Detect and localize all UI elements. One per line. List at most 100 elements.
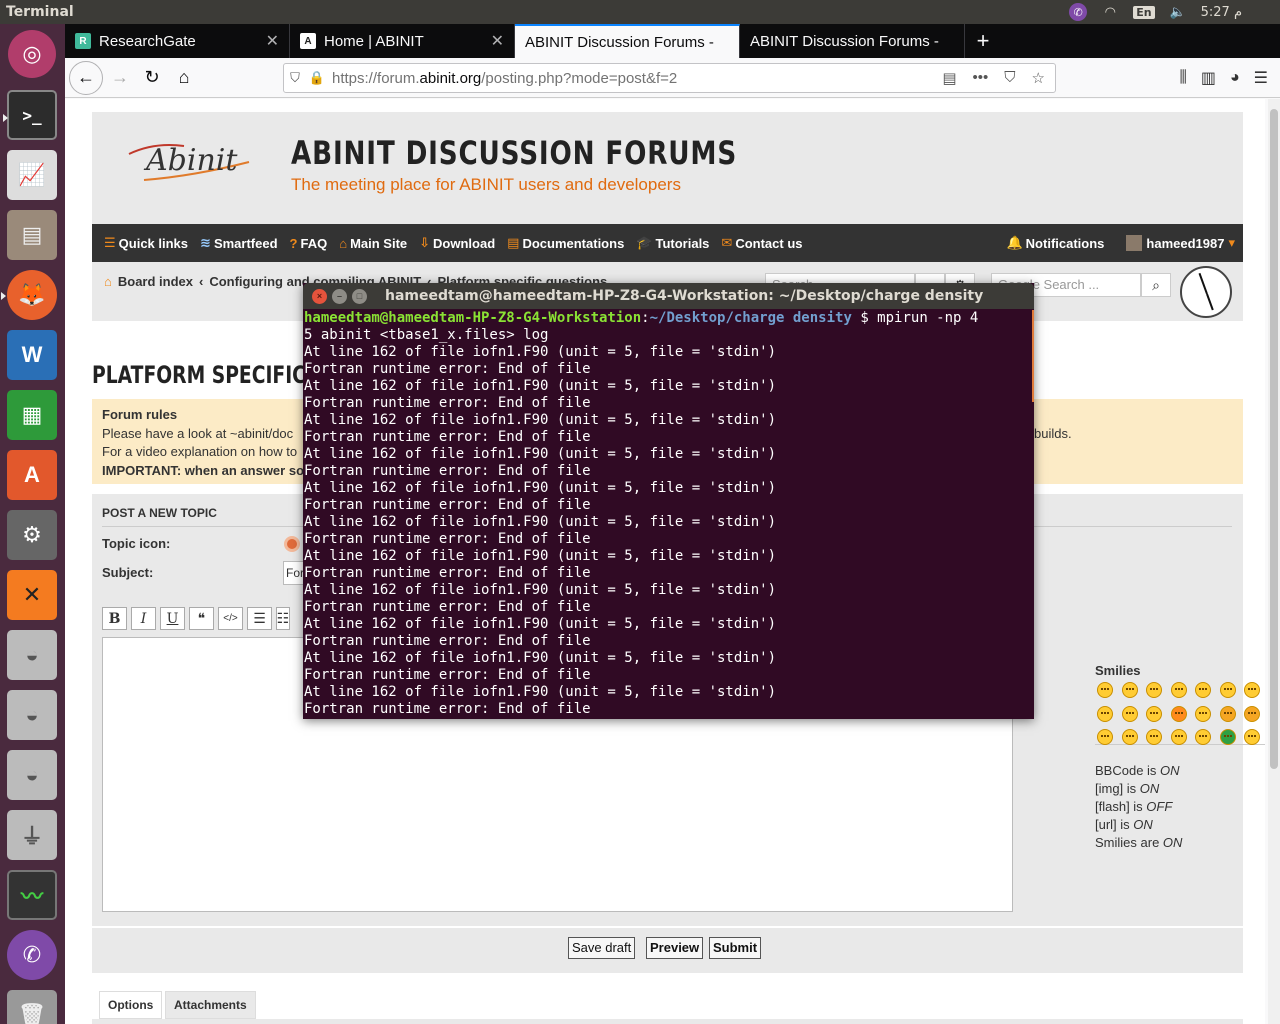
menu-icon[interactable]: ☰ [1254, 68, 1268, 88]
smiley-icon[interactable] [1170, 682, 1187, 698]
tab-researchgate[interactable]: R ResearchGate ✕ [65, 24, 290, 58]
nav-main-site[interactable]: ⌂ Main Site [339, 236, 407, 251]
nav-tutorials[interactable]: 🎓 Tutorials [636, 235, 709, 251]
smiley-icon[interactable] [1146, 705, 1162, 722]
user-menu[interactable]: hameed1987 ▾ [1126, 235, 1235, 251]
libreoffice-writer-icon[interactable]: W [7, 330, 57, 380]
settings-icon[interactable]: ⚙ [7, 510, 57, 560]
library-icon[interactable]: ⫼ [1179, 69, 1186, 87]
trash-icon[interactable]: 🗑 [7, 990, 57, 1024]
smiley-icon[interactable] [1195, 729, 1211, 745]
smiley-icon[interactable] [1146, 729, 1162, 745]
drive-icon[interactable]: ◒ [7, 750, 57, 800]
tab-abinit-home[interactable]: A Home | ABINIT ✕ [290, 24, 515, 58]
terminal-output[interactable]: hameedtam@hameedtam-HP-Z8-G4-Workstation… [304, 310, 1030, 719]
software-center-icon[interactable]: A [7, 450, 57, 500]
nav-faq[interactable]: ? FAQ [290, 236, 328, 251]
tab-close-icon[interactable]: ✕ [266, 31, 279, 51]
smiley-icon[interactable] [1146, 682, 1162, 698]
forward-button[interactable]: → [105, 63, 135, 93]
bookmark-star-icon[interactable]: ☆ [1032, 69, 1045, 87]
reload-button[interactable]: ↻ [137, 63, 167, 93]
scrollbar-thumb[interactable] [1270, 109, 1278, 769]
minimize-icon[interactable]: – [332, 288, 347, 304]
tab-close-icon[interactable]: ✕ [491, 31, 504, 51]
wifi-icon[interactable]: ◠ [1101, 4, 1119, 20]
files-icon[interactable]: ▤ [7, 210, 57, 260]
keyboard-language[interactable]: En [1133, 5, 1155, 19]
smiley-icon[interactable] [1244, 705, 1260, 722]
smiley-icon[interactable] [1097, 729, 1113, 745]
tab-abinit-forums[interactable]: ABINIT Discussion Forums - [740, 24, 965, 58]
viber-icon[interactable]: ✆ [7, 930, 57, 980]
smiley-icon[interactable] [1244, 729, 1260, 745]
libreoffice-calc-icon[interactable]: ▦ [7, 390, 57, 440]
terminal-scrollbar[interactable] [1032, 310, 1034, 402]
google-search-button[interactable]: ⌕ [1141, 273, 1171, 297]
underline-button[interactable]: U [160, 607, 185, 630]
terminal-window[interactable]: × – □ hameedtam@hameedtam-HP-Z8-G4-Works… [303, 283, 1034, 719]
smiley-icon[interactable] [1195, 682, 1211, 698]
close-icon[interactable]: × [312, 288, 327, 304]
lock-icon[interactable]: 🔒 [306, 70, 328, 86]
home-button[interactable]: ⌂ [169, 63, 199, 93]
ubuntu-dash-icon[interactable]: ◎ [8, 30, 56, 78]
url-text[interactable]: https://forum.abinit.org/posting.php?mod… [328, 70, 942, 87]
new-tab-button[interactable]: + [965, 24, 1001, 58]
submit-button[interactable]: Submit [709, 937, 762, 959]
smiley-icon[interactable] [1121, 682, 1138, 698]
smiley-icon[interactable] [1097, 705, 1113, 722]
tab-abinit-forums-active[interactable]: ABINIT Discussion Forums - [515, 24, 740, 58]
nav-documentations[interactable]: ▤ Documentations [507, 235, 624, 251]
smiley-icon[interactable] [1195, 705, 1211, 722]
code-button[interactable]: </> [218, 607, 243, 630]
nav-contact-us[interactable]: ✉ Contact us [721, 235, 802, 251]
viber-tray-icon[interactable]: ✆ [1069, 3, 1088, 21]
nav-download[interactable]: ⇩ Download [419, 235, 495, 251]
tab-attachments[interactable]: Attachments [165, 991, 256, 1019]
terminal-launcher-icon[interactable]: >_ [3, 90, 57, 140]
notifications-link[interactable]: 🔔 Notifications [1006, 235, 1104, 251]
smiley-icon[interactable] [1219, 729, 1236, 745]
drive-icon[interactable]: ◒ [7, 690, 57, 740]
system-monitor-app-icon[interactable]: 📈 [7, 150, 57, 200]
firefox-icon[interactable]: 🦊 [1, 270, 57, 320]
smiley-icon[interactable] [1121, 705, 1138, 722]
bold-button[interactable]: B [102, 607, 127, 630]
preview-button[interactable]: Preview [646, 937, 704, 959]
terminal-titlebar[interactable]: × – □ hameedtam@hameedtam-HP-Z8-G4-Works… [303, 283, 1034, 309]
xampp-icon[interactable]: ✕ [7, 570, 57, 620]
save-draft-button[interactable]: Save draft [568, 937, 636, 959]
url-bar[interactable]: ⛉ 🔒 https://forum.abinit.org/posting.php… [283, 63, 1056, 93]
reader-view-icon[interactable]: ▤ [942, 69, 956, 87]
quote-button[interactable]: ❝ [189, 607, 214, 630]
smiley-icon[interactable] [1219, 705, 1236, 722]
abinit-logo[interactable]: Abinit [124, 132, 254, 192]
tracking-shield-icon[interactable]: ⛉ [284, 70, 306, 86]
account-icon[interactable]: ◕ [1230, 69, 1240, 87]
topic-icon-radio[interactable] [284, 536, 300, 552]
drive-icon[interactable]: ◒ [7, 630, 57, 680]
ordered-list-button[interactable]: ☷ [276, 607, 290, 630]
list-button[interactable]: ☰ [247, 607, 272, 630]
smiley-icon[interactable] [1170, 729, 1187, 745]
italic-button[interactable]: I [131, 607, 156, 630]
pocket-icon[interactable]: ⛉ [1004, 69, 1015, 87]
smiley-icon[interactable] [1170, 705, 1187, 722]
smiley-icon[interactable] [1121, 729, 1138, 745]
usb-drive-icon[interactable]: ⏚ [7, 810, 57, 860]
nav-smartfeed[interactable]: ≋ Smartfeed [200, 235, 277, 251]
clock-time[interactable]: 5:27 م [1201, 5, 1242, 20]
volume-icon[interactable]: 🔈 [1169, 4, 1187, 20]
nav-quick-links[interactable]: ☰ Quick links [104, 235, 188, 251]
smiley-icon[interactable] [1097, 682, 1113, 698]
tab-options[interactable]: Options [99, 991, 163, 1019]
smiley-icon[interactable] [1244, 682, 1260, 698]
crumb-board-index[interactable]: Board index [118, 274, 193, 289]
system-monitor-icon[interactable]: 〰 [7, 870, 57, 920]
smiley-icon[interactable] [1219, 682, 1236, 698]
page-scrollbar[interactable] [1268, 99, 1280, 1024]
maximize-icon[interactable]: □ [352, 288, 367, 304]
sidebar-icon[interactable]: ▥ [1201, 68, 1216, 88]
page-actions-icon[interactable]: ••• [973, 69, 989, 87]
